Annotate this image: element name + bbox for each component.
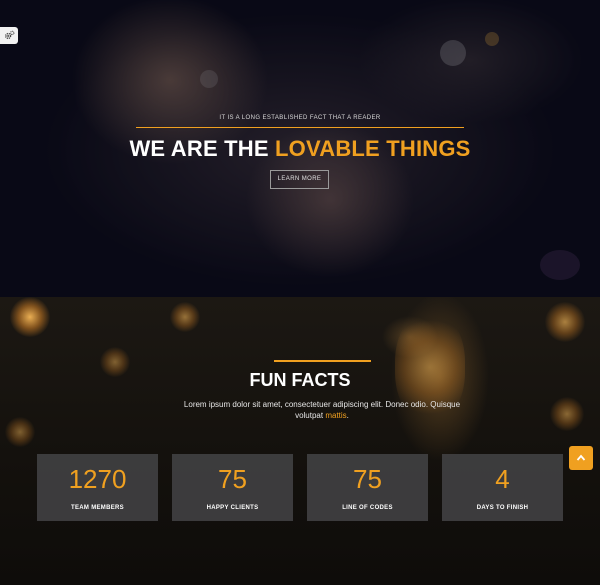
background-bulb [170, 302, 200, 332]
hero-divider [136, 127, 464, 128]
stat-card: 4 DAYS TO FINISH [442, 454, 563, 521]
hero-title-accent: LOVABLE THINGS [275, 136, 471, 161]
facts-description-end: . [346, 411, 349, 420]
stat-number: 75 [218, 464, 247, 494]
background-bulb [10, 297, 50, 337]
stat-label: HAPPY CLIENTS [206, 505, 259, 511]
background-bulb [545, 302, 585, 342]
stat-label: TEAM MEMBERS [71, 505, 124, 511]
facts-description-text: Lorem ipsum dolor sit amet, consectetuer… [183, 400, 461, 420]
stat-number: 4 [495, 464, 510, 494]
hero-title-prefix: WE ARE THE [129, 136, 276, 161]
stat-number: 1270 [68, 464, 127, 494]
settings-toggle[interactable] [0, 27, 18, 44]
chevron-up-icon [576, 454, 586, 461]
background-bulb [5, 417, 35, 447]
stat-number: 75 [353, 464, 382, 494]
hero-title: WE ARE THE LOVABLE THINGS [0, 136, 600, 162]
facts-title: FUN FACTS [249, 370, 351, 390]
fun-facts-section: FUN FACTS Lorem ipsum dolor sit amet, co… [0, 297, 600, 585]
hero-section: IT IS A LONG ESTABLISHED FACT THAT A REA… [0, 0, 600, 297]
facts-description-link[interactable]: mattis [325, 411, 346, 420]
stat-card: 75 HAPPY CLIENTS [172, 454, 293, 521]
facts-description: Lorem ipsum dolor sit amet, consectetuer… [175, 399, 469, 421]
scroll-to-top-button[interactable] [569, 446, 593, 470]
gears-icon [4, 30, 14, 40]
facts-divider [274, 360, 371, 362]
stat-card: 75 LINE OF CODES [307, 454, 428, 521]
hero-subtitle: IT IS A LONG ESTABLISHED FACT THAT A REA… [219, 115, 381, 121]
learn-more-button[interactable]: LEARN MORE [270, 170, 329, 189]
stat-label: DAYS TO FINISH [476, 505, 529, 511]
stat-card: 1270 TEAM MEMBERS [37, 454, 158, 521]
stat-label: LINE OF CODES [342, 505, 393, 511]
background-bulb [550, 397, 584, 431]
